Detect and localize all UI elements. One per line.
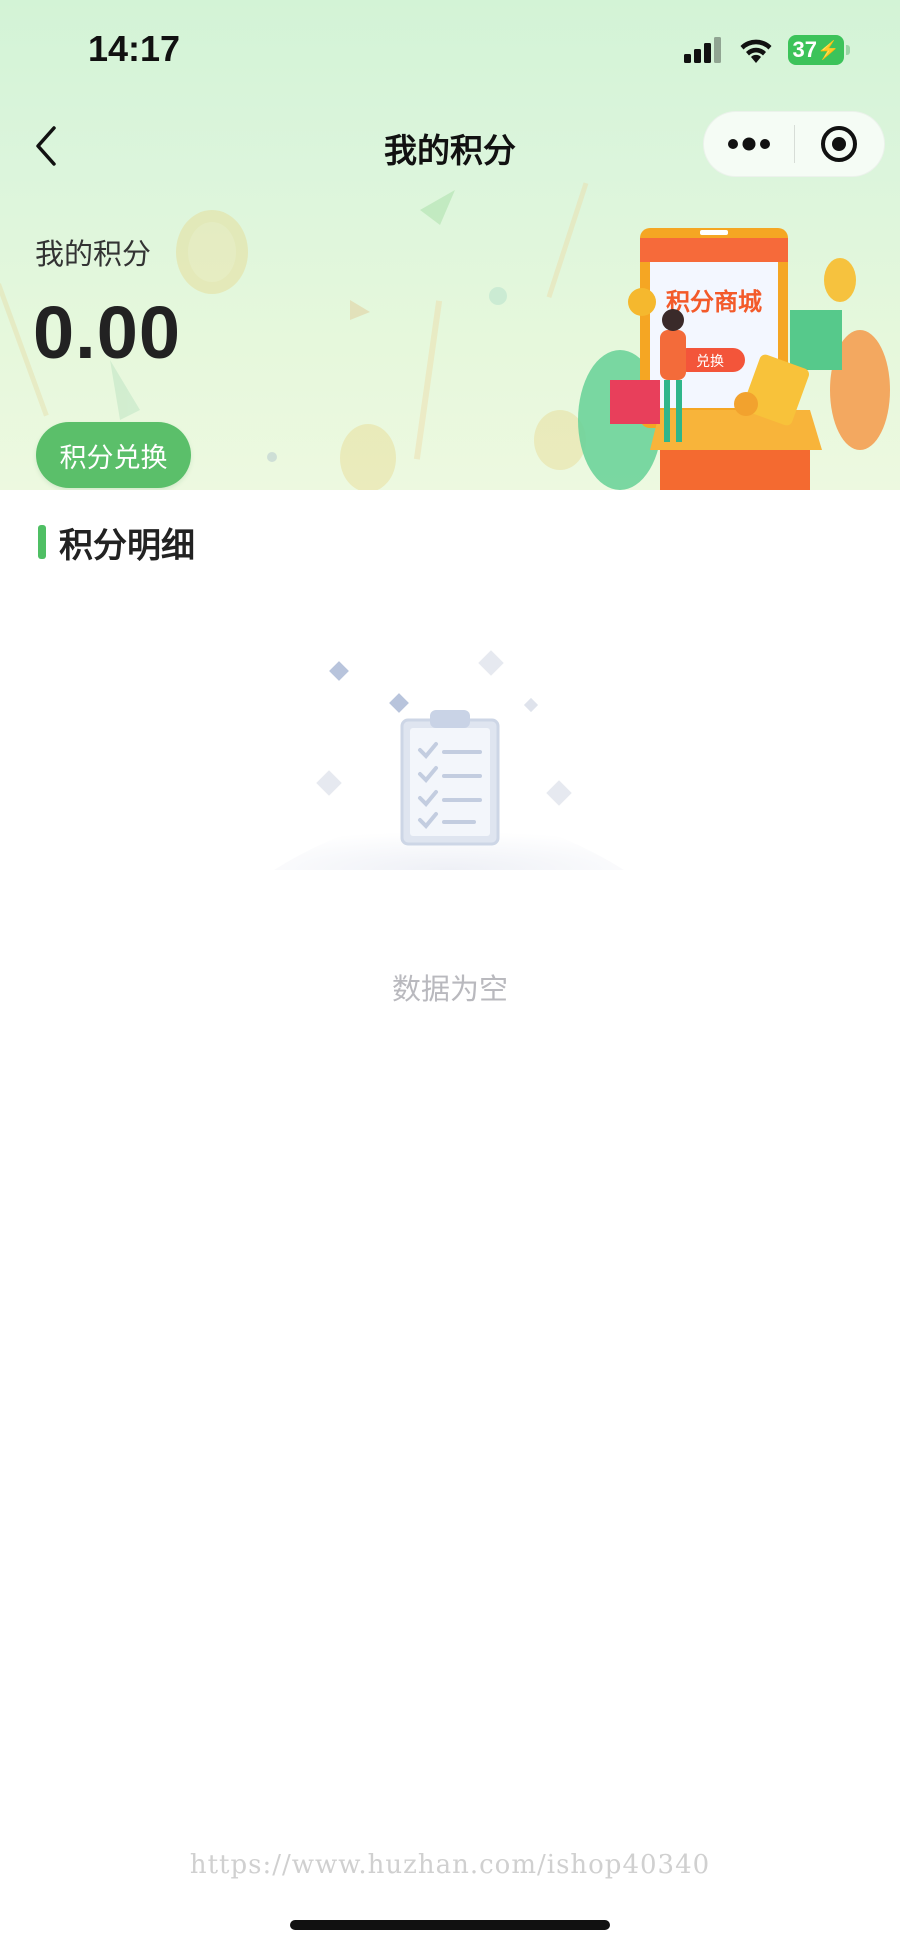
wifi-icon xyxy=(740,39,772,63)
close-miniprogram-button[interactable] xyxy=(795,111,885,177)
empty-clipboard-icon xyxy=(274,650,624,870)
mall-banner-title: 积分商城 xyxy=(666,288,762,316)
battery-charging-icon: 37 ⚡ xyxy=(788,35,850,65)
detail-section-title: 积分明细 xyxy=(59,525,195,566)
detail-section-header: 积分明细 xyxy=(38,522,195,566)
cellular-signal-icon xyxy=(684,37,721,63)
status-time: 14:17 xyxy=(88,28,181,69)
points-label: 我的积分 xyxy=(35,237,152,271)
home-indicator[interactable] xyxy=(290,1920,610,1930)
screen: 14:17 37 ⚡ 我的积分 我的积分 0.00 积分兑换 积分商城 兑换 积… xyxy=(0,0,900,1947)
points-value: 0.00 xyxy=(33,291,182,374)
watermark-text: https://www.huzhan.com/ishop40340 xyxy=(189,1850,711,1880)
points-mall-illustration: 积分商城 兑换 xyxy=(578,228,890,490)
header-background: 14:17 37 ⚡ 我的积分 我的积分 0.00 积分兑换 积分商城 兑换 xyxy=(0,0,900,490)
more-dots-icon xyxy=(727,137,770,151)
mall-banner-button: 兑换 xyxy=(696,353,724,370)
section-accent-bar xyxy=(38,525,46,559)
points-exchange-button[interactable]: 积分兑换 xyxy=(36,422,191,488)
miniprogram-capsule xyxy=(703,111,885,177)
target-circle-icon xyxy=(821,126,858,162)
battery-level: 37 xyxy=(792,37,818,62)
more-button[interactable] xyxy=(704,111,794,177)
status-icons: 37 ⚡ xyxy=(684,30,850,70)
empty-state-text: 数据为空 xyxy=(391,972,508,1006)
